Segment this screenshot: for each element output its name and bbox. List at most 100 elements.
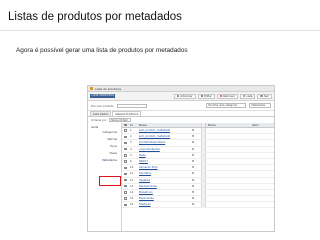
cell-value	[250, 190, 274, 195]
app-screenshot: Lista de produtos LISTA PRODUTOS Adicion…	[87, 85, 275, 232]
cell-id: 16	[130, 203, 134, 207]
row-checkbox[interactable]	[124, 191, 127, 194]
cell-status: M	[192, 129, 195, 132]
cell-value	[250, 202, 274, 207]
search-input[interactable]	[116, 103, 147, 108]
product-link[interactable]: teste	[139, 154, 146, 157]
cell-name-detail	[205, 128, 250, 134]
cell-value	[250, 147, 274, 152]
cell-name-detail	[205, 196, 250, 202]
add-button-label: Adicionar	[180, 94, 193, 98]
list-button[interactable]: Lista	[239, 93, 256, 99]
add-button[interactable]: Adicionar	[173, 93, 196, 99]
cell-name: RRD17	[137, 159, 191, 164]
product-link[interactable]: produtosdeprodutos	[139, 141, 165, 144]
cell-name-detail	[205, 134, 250, 140]
list-button-label: Lista	[246, 94, 253, 98]
row-checkbox-cell	[122, 140, 129, 145]
row-checkbox[interactable]	[124, 178, 127, 182]
cell-name: produtosdeprodutos	[137, 140, 191, 145]
row-checkbox[interactable]	[124, 166, 127, 169]
column-header-id[interactable]: Id	[129, 123, 137, 127]
sort-label: Ordenar por	[91, 118, 107, 122]
row-checkbox[interactable]	[124, 172, 127, 176]
cell-id: 10	[130, 166, 134, 170]
row-checkbox[interactable]	[124, 135, 127, 138]
cell-name: teste	[137, 153, 191, 158]
cell-name: Vegetais	[137, 178, 191, 183]
row-checkbox-cell	[122, 159, 129, 164]
product-link[interactable]: prm_produto_metadado	[139, 135, 170, 138]
slide-subtitle: Agora é possível gerar uma lista de prod…	[16, 47, 188, 54]
sidebar-item-metadados[interactable]: Metadados	[88, 157, 121, 164]
select-all-checkbox[interactable]	[124, 123, 127, 127]
sort-select[interactable]: Nome Ordem	[108, 118, 131, 122]
product-link[interactable]: RRD17	[139, 160, 148, 163]
cell-status: M	[192, 147, 195, 151]
row-checkbox-cell	[122, 147, 129, 152]
row-checkbox-cell	[122, 202, 129, 207]
cell-name: Bolsatruco	[137, 190, 191, 195]
row-checkbox[interactable]	[124, 154, 127, 157]
cell-id: 12	[130, 178, 134, 182]
cell-name-detail	[205, 146, 250, 152]
sidebar-item-fases[interactable]: Fases	[88, 150, 121, 157]
list-icon	[242, 94, 246, 98]
cell-id: 6	[130, 159, 132, 163]
cell-value	[250, 165, 274, 170]
product-link[interactable]: Gastoras	[139, 203, 151, 206]
row-checkbox-cell	[122, 165, 129, 170]
cell-value	[250, 171, 274, 176]
row-checkbox[interactable]	[124, 185, 127, 188]
cell-status: M	[192, 184, 195, 188]
row-checkbox[interactable]	[124, 147, 127, 151]
product-link[interactable]: Bolsatruco	[139, 191, 153, 194]
cell-status: M	[192, 197, 195, 201]
cell-value	[250, 153, 274, 158]
column-header-name[interactable]: Nome	[137, 123, 191, 127]
column-header-name-detail[interactable]: Nome	[205, 123, 250, 127]
cell-name-detail	[205, 158, 250, 165]
table-row[interactable]: 16 Gastoras M	[122, 202, 274, 209]
sidebar-item-marcas[interactable]: Marcas	[88, 136, 121, 143]
cell-name-detail	[205, 183, 250, 189]
cell-status: M	[192, 159, 195, 163]
add-icon	[176, 94, 180, 98]
cell-value	[250, 159, 274, 164]
product-link[interactable]: Alimento Tropi	[139, 166, 158, 169]
product-link[interactable]: Condelos	[139, 172, 151, 175]
row-checkbox-cell	[122, 190, 129, 195]
tab-selecao-dinamica[interactable]: Seleção Dinâmica	[112, 111, 142, 116]
cell-name-detail	[205, 202, 250, 208]
product-link[interactable]: Vegetais	[139, 179, 150, 182]
product-link[interactable]: Rakkasminlas	[139, 185, 157, 188]
category-filter-select[interactable]: Escolha uma categoria	[206, 103, 246, 108]
main-content: Geral Categorias Marcas Tipos Fases Meta…	[88, 123, 274, 231]
sidebar-item-categorias[interactable]: Categorias	[88, 129, 121, 136]
product-link[interactable]: conjuntoobjetos	[139, 148, 160, 151]
edit-button[interactable]: Editar	[197, 93, 215, 99]
exit-icon	[260, 94, 263, 98]
tab-lista-dados[interactable]: Lista Dados	[90, 111, 112, 116]
product-link[interactable]: prm_produto_metadado	[139, 129, 170, 132]
cell-value	[250, 140, 274, 145]
toolbar-tag: LISTA PRODUTOS	[90, 94, 116, 98]
cell-name: prm_produto_metadado	[137, 134, 191, 139]
remove-icon	[219, 94, 223, 98]
row-checkbox[interactable]	[124, 203, 127, 207]
sidebar-item-tipos[interactable]: Tipos	[88, 143, 121, 150]
remove-button[interactable]: Remover	[216, 93, 238, 99]
app-icon	[90, 87, 93, 90]
metadata-filter-select[interactable]: Metadados	[249, 103, 271, 108]
search-label: Procurar produto	[91, 103, 114, 108]
cell-name-detail	[205, 140, 250, 146]
row-checkbox[interactable]	[124, 129, 127, 132]
product-link[interactable]: Especiarias	[139, 197, 154, 200]
products-grid: Id Nome Nome Valor 1 prm_produto_metadado…	[122, 123, 274, 231]
row-checkbox[interactable]	[124, 160, 127, 163]
exit-button[interactable]: Sair	[257, 93, 272, 99]
row-checkbox[interactable]	[124, 141, 127, 145]
row-checkbox[interactable]	[124, 197, 127, 200]
column-header-value[interactable]: Valor	[250, 123, 274, 127]
cell-name: prm_produto_metadado	[137, 128, 191, 133]
